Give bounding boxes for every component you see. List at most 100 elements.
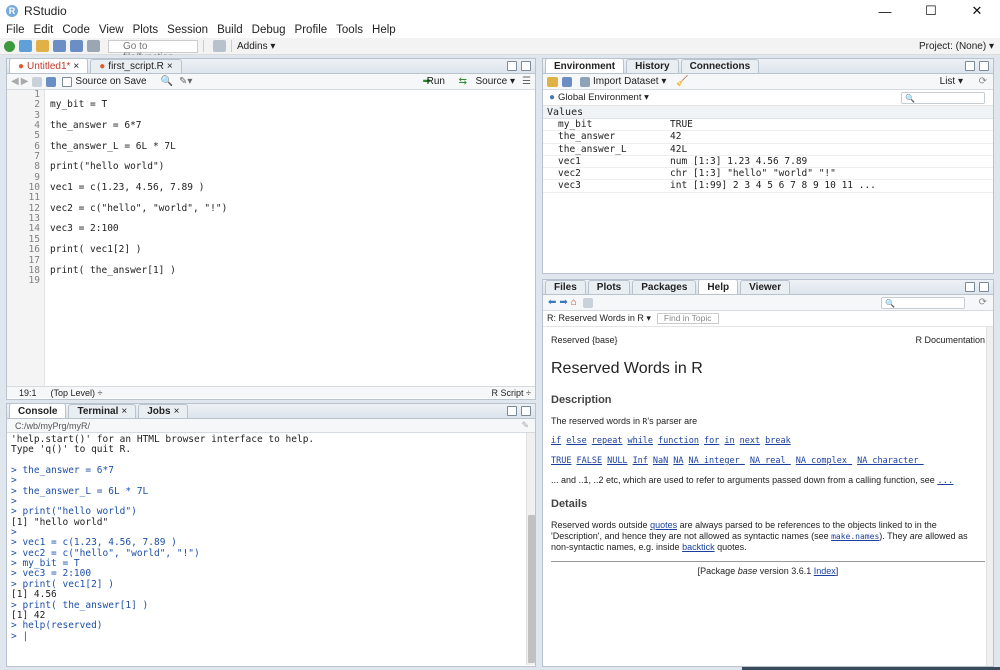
- project-menu[interactable]: Project: (None) ▾: [919, 41, 994, 52]
- maximize-button[interactable]: ☐: [908, 0, 954, 22]
- reserved-word-link[interactable]: NULL: [607, 456, 627, 466]
- save-all-icon[interactable]: [70, 40, 83, 52]
- index-link[interactable]: Index: [814, 566, 836, 576]
- code-tools-icon[interactable]: ✎▾: [179, 76, 192, 87]
- scope-selector[interactable]: (Top Level) ÷: [51, 388, 103, 398]
- reserved-word-link[interactable]: NA_complex_: [796, 456, 852, 466]
- minimize-pane-icon[interactable]: [965, 61, 975, 71]
- console-output[interactable]: 'help.start()' for an HTML browser inter…: [7, 433, 535, 665]
- reserved-word-link[interactable]: NaN: [653, 456, 668, 466]
- menu-code[interactable]: Code: [62, 24, 90, 36]
- backtick-link[interactable]: backtick: [682, 542, 715, 552]
- close-icon[interactable]: ×: [73, 60, 79, 73]
- save-icon[interactable]: [53, 40, 66, 52]
- source-on-save-checkbox[interactable]: [62, 76, 73, 87]
- reserved-word-link[interactable]: for: [704, 436, 719, 446]
- new-project-icon[interactable]: [19, 40, 32, 52]
- file-type-selector[interactable]: R Script ÷: [492, 388, 531, 398]
- reserved-word-link[interactable]: NA_integer_: [689, 456, 745, 466]
- reserved-word-link[interactable]: NA: [673, 456, 683, 466]
- topic-selector[interactable]: R: Reserved Words in R ▾: [547, 313, 651, 324]
- popout-icon[interactable]: [582, 297, 593, 308]
- back-arrow-icon[interactable]: ⬅: [548, 297, 556, 308]
- env-value-row[interactable]: the_answer 42: [543, 131, 993, 144]
- import-dataset-button[interactable]: Import Dataset ▾: [593, 76, 666, 87]
- maximize-pane-icon[interactable]: [521, 406, 531, 416]
- close-button[interactable]: ✕: [954, 0, 1000, 22]
- env-value-row[interactable]: my_bit TRUE: [543, 119, 993, 132]
- reserved-word-link[interactable]: break: [765, 436, 791, 446]
- print-icon[interactable]: [87, 40, 100, 52]
- reserved-word-link[interactable]: repeat: [592, 436, 623, 446]
- new-file-icon[interactable]: [4, 40, 15, 52]
- menu-profile[interactable]: Profile: [295, 24, 328, 36]
- reserved-word-link[interactable]: TRUE: [551, 456, 571, 466]
- reserved-word-link[interactable]: Inf: [633, 456, 648, 466]
- tab-history[interactable]: History: [626, 59, 679, 73]
- close-icon[interactable]: ×: [174, 405, 180, 418]
- scrollbar-thumb[interactable]: [528, 515, 535, 663]
- reserved-word-link[interactable]: NA_real_: [750, 456, 791, 466]
- tab-console[interactable]: Console: [9, 403, 67, 418]
- reserved-word-link[interactable]: if: [551, 436, 561, 446]
- tab-terminal[interactable]: Terminal ×: [68, 404, 137, 418]
- goto-file-input[interactable]: Go to file/function: [108, 39, 198, 63]
- menu-edit[interactable]: Edit: [34, 24, 54, 36]
- minimize-pane-icon[interactable]: [507, 61, 517, 71]
- tab-viewer[interactable]: Viewer: [740, 280, 791, 294]
- reserved-word-link[interactable]: else: [566, 436, 586, 446]
- maximize-pane-icon[interactable]: [521, 61, 531, 71]
- console-scrollbar[interactable]: [526, 433, 535, 665]
- view-mode-selector[interactable]: List ▾: [940, 76, 963, 87]
- reserved-word-link[interactable]: NA_character_: [857, 456, 924, 466]
- tab-help[interactable]: Help: [698, 279, 739, 294]
- minimize-pane-icon[interactable]: [965, 282, 975, 292]
- env-value-row[interactable]: vec2 chr [1:3] "hello" "world" "!": [543, 168, 993, 181]
- back-icon[interactable]: ◀: [11, 76, 19, 87]
- menu-tools[interactable]: Tools: [336, 24, 363, 36]
- minimize-button[interactable]: —: [862, 0, 908, 22]
- menu-build[interactable]: Build: [217, 24, 243, 36]
- forward-arrow-icon[interactable]: ➡: [559, 297, 567, 308]
- open-file-icon[interactable]: [36, 40, 49, 52]
- show-in-window-icon[interactable]: [32, 76, 43, 87]
- search-icon[interactable]: 🔍: [161, 76, 173, 87]
- close-icon[interactable]: ×: [167, 60, 173, 73]
- refresh-icon[interactable]: ⟳: [979, 297, 987, 308]
- menu-view[interactable]: View: [99, 24, 124, 36]
- env-value-row[interactable]: vec3 int [1:99] 2 3 4 5 6 7 8 9 10 11 ...: [543, 180, 993, 193]
- menu-debug[interactable]: Debug: [252, 24, 286, 36]
- make-names-link[interactable]: make.names: [831, 532, 879, 541]
- dots-link[interactable]: ...: [937, 476, 953, 486]
- minimize-pane-icon[interactable]: [507, 406, 517, 416]
- working-directory[interactable]: C:/wb/myPrg/myR/: [15, 421, 90, 431]
- menu-session[interactable]: Session: [167, 24, 208, 36]
- source-button[interactable]: Source ▾: [476, 76, 515, 87]
- env-value-row[interactable]: vec1 num [1:3] 1.23 4.56 7.89: [543, 156, 993, 169]
- env-value-row[interactable]: the_answer_L 42L: [543, 144, 993, 156]
- maximize-pane-icon[interactable]: [979, 61, 989, 71]
- tab-untitled1[interactable]: ● Untitled1* ×: [9, 58, 89, 73]
- tab-connections[interactable]: Connections: [680, 59, 760, 73]
- menu-file[interactable]: File: [6, 24, 25, 36]
- reserved-word-link[interactable]: next: [740, 436, 760, 446]
- forward-icon[interactable]: ▶: [21, 76, 29, 87]
- close-icon[interactable]: ×: [121, 405, 127, 418]
- addins-menu[interactable]: Addins ▾: [237, 41, 275, 52]
- run-button[interactable]: Run: [427, 76, 445, 87]
- tab-packages[interactable]: Packages: [632, 280, 697, 294]
- refresh-icon[interactable]: ⟳: [979, 76, 987, 87]
- grid-icon[interactable]: [213, 40, 226, 52]
- load-workspace-icon[interactable]: [547, 76, 558, 87]
- env-search-input[interactable]: 🔍: [901, 92, 985, 104]
- environment-selector[interactable]: Global Environment ▾: [558, 92, 649, 103]
- home-icon[interactable]: ⌂: [571, 297, 577, 308]
- reserved-word-link[interactable]: in: [724, 436, 734, 446]
- help-search-input[interactable]: 🔍: [881, 297, 965, 309]
- clear-console-icon[interactable]: ✎: [521, 420, 529, 431]
- rerun-icon[interactable]: ⇆: [459, 76, 467, 87]
- reserved-word-link[interactable]: function: [658, 436, 699, 446]
- tab-jobs[interactable]: Jobs ×: [138, 404, 189, 418]
- menu-plots[interactable]: Plots: [133, 24, 159, 36]
- tab-plots[interactable]: Plots: [587, 280, 631, 294]
